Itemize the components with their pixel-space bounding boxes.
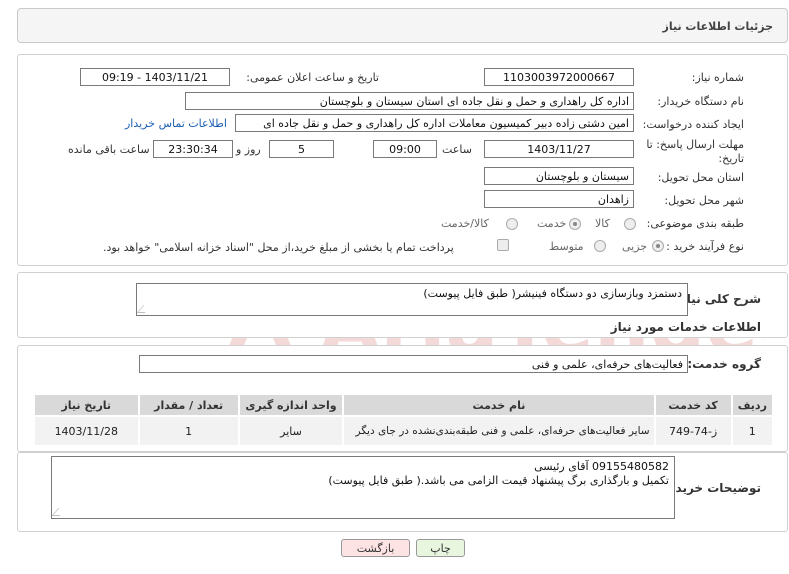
treasury-note: پرداخت تمام یا بخشی از مبلغ خرید،از محل … — [103, 241, 454, 254]
back-button[interactable]: بازگشت — [341, 539, 410, 557]
services-table: ردیف کد خدمت نام خدمت واحد اندازه گیری ت… — [33, 393, 775, 447]
category-radio-service[interactable] — [569, 218, 581, 230]
page-title: جزئیات اطلاعات نیاز — [662, 20, 774, 33]
buyer-org-field[interactable]: اداره کل راهداری و حمل و نقل جاده ای است… — [185, 92, 634, 110]
time-remaining-label: ساعت باقی مانده — [68, 143, 150, 156]
need-number-field[interactable]: 1103003972000667 — [484, 68, 634, 86]
process-radio-medium[interactable] — [594, 240, 606, 252]
city-label: شهر محل تحویل: — [664, 194, 744, 207]
cell-unit: سایر — [237, 415, 345, 447]
need-number-label: شماره نیاز: — [691, 71, 744, 84]
resize-handle-icon[interactable] — [51, 508, 67, 516]
announce-field[interactable]: 1403/11/21 - 09:19 — [80, 68, 230, 86]
buyer-notes-line2: تکمیل و بارگذاری برگ پیشنهاد قیمت الزامی… — [328, 474, 669, 487]
cell-row: 1 — [730, 415, 775, 447]
summary-textarea[interactable]: دستمزد وبازسازی دو دستگاه فینیشر( طبق فا… — [136, 283, 688, 316]
summary-text: دستمزد وبازسازی دو دستگاه فینیشر( طبق فا… — [423, 287, 682, 300]
table-header-row: ردیف کد خدمت نام خدمت واحد اندازه گیری ت… — [33, 393, 775, 417]
deadline-time-field[interactable]: 09:00 — [373, 140, 437, 158]
announce-label: تاریخ و ساعت اعلان عمومی: — [246, 71, 379, 84]
col-service-code: کد خدمت — [653, 393, 733, 417]
col-need-date: تاریخ نیاز — [33, 393, 140, 417]
category-option-goods: کالا — [595, 217, 610, 230]
col-unit: واحد اندازه گیری — [237, 393, 345, 417]
buyer-notes-textarea[interactable]: 09155480582 آقای رئیسی تکمیل و بارگذاری … — [51, 456, 675, 519]
category-label: طبقه بندی موضوعی: — [646, 217, 744, 230]
requester-label: ایجاد کننده درخواست: — [642, 118, 744, 131]
days-label: روز و — [236, 143, 261, 156]
process-radio-minor[interactable] — [652, 240, 664, 252]
table-row[interactable]: 1 ز-74-749 سایر فعالیت‌های حرفه‌ای، علمی… — [33, 415, 775, 447]
category-radio-goods[interactable] — [624, 218, 636, 230]
days-remaining-field[interactable]: 5 — [269, 140, 334, 158]
deadline-date-field[interactable]: 1403/11/27 — [484, 140, 634, 158]
process-option-minor: جزیی — [622, 240, 648, 253]
cell-need-date: 1403/11/28 — [33, 415, 140, 447]
cell-service-code: ز-74-749 — [653, 415, 733, 447]
city-field[interactable]: زاهدان — [484, 190, 634, 208]
col-row: ردیف — [730, 393, 775, 417]
buyer-contact-link[interactable]: اطلاعات تماس خریدار — [125, 117, 227, 130]
category-option-goods-service: کالا/خدمت — [441, 217, 489, 230]
deadline-label: مهلت ارسال پاسخ: تا تاریخ: — [646, 138, 744, 165]
col-service-name: نام خدمت — [342, 393, 656, 417]
service-group-field[interactable]: فعالیت‌های حرفه‌ای، علمی و فنی — [139, 355, 688, 373]
service-group-label: گروه خدمت: — [687, 357, 761, 371]
deadline-time-label: ساعت — [442, 143, 472, 156]
process-option-medium: متوسط — [549, 240, 584, 253]
resize-handle-icon[interactable] — [136, 305, 152, 313]
buyer-org-label: نام دستگاه خریدار: — [657, 95, 744, 108]
buyer-notes-line1: 09155480582 آقای رئیسی — [534, 460, 669, 473]
category-option-service: خدمت — [537, 217, 567, 230]
process-label: نوع فرآیند خرید : — [666, 240, 744, 253]
province-label: استان محل تحویل: — [657, 171, 744, 184]
print-button[interactable]: چاپ — [416, 539, 465, 557]
col-quantity: تعداد / مقدار — [137, 393, 240, 417]
cell-service-name: سایر فعالیت‌های حرفه‌ای، علمی و فنی طبقه… — [342, 415, 656, 447]
cell-quantity: 1 — [137, 415, 240, 447]
province-field[interactable]: سیستان و بلوچستان — [484, 167, 634, 185]
requester-field[interactable]: امین دشتی زاده دبیر کمیسیون معاملات ادار… — [235, 114, 634, 132]
services-title: اطلاعات خدمات مورد نیاز — [610, 320, 761, 334]
time-remaining-field[interactable]: 23:30:34 — [153, 140, 233, 158]
treasury-checkbox[interactable] — [497, 239, 509, 251]
category-radio-goods-service[interactable] — [506, 218, 518, 230]
page-header: جزئیات اطلاعات نیاز — [17, 8, 788, 43]
